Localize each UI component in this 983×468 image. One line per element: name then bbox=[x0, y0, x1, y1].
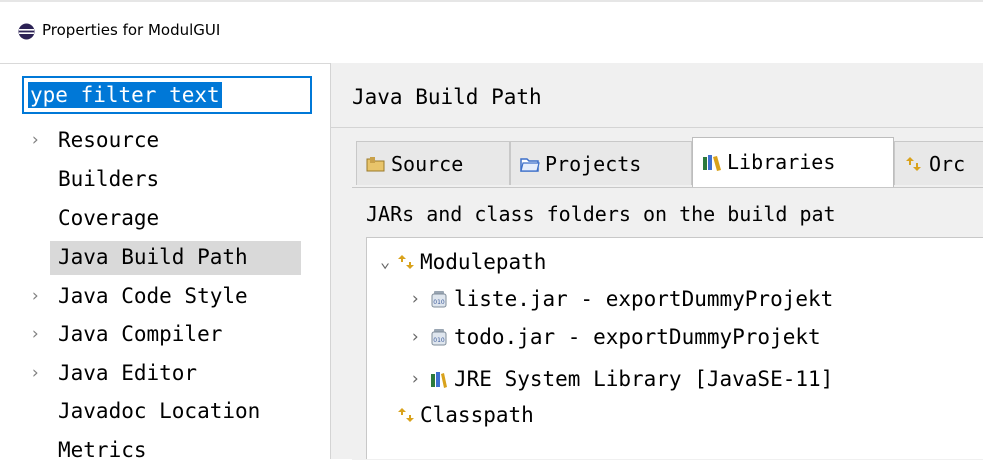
chevron-right-icon[interactable]: › bbox=[410, 281, 424, 317]
tree-item-label: Java Code Style bbox=[58, 284, 248, 308]
tab-libraries[interactable]: Libraries bbox=[692, 137, 894, 187]
tree-item-label: Java Editor bbox=[58, 361, 198, 385]
tree-item-label: Java Build Path bbox=[58, 245, 248, 269]
tree-item-label: Javadoc Location bbox=[58, 399, 261, 423]
chevron-right-icon[interactable]: › bbox=[410, 361, 424, 397]
library-icon bbox=[431, 372, 447, 388]
tab-label: Projects bbox=[545, 152, 642, 176]
tab-bar: Source Projects Libraries Orc bbox=[352, 137, 983, 187]
tree-item-label: Coverage bbox=[58, 206, 160, 230]
chevron-right-icon[interactable]: › bbox=[30, 122, 46, 158]
order-export-icon bbox=[906, 156, 921, 171]
chevron-right-icon[interactable]: › bbox=[30, 278, 46, 314]
jar-icon: 010 bbox=[431, 329, 447, 346]
tab-projects[interactable]: Projects bbox=[510, 141, 692, 185]
tab-label: Libraries bbox=[727, 150, 836, 174]
tree-item-label: Metrics bbox=[58, 438, 147, 462]
chevron-right-icon[interactable]: › bbox=[410, 319, 424, 355]
window-title: Properties for ModulGUI bbox=[42, 21, 221, 39]
chevron-down-icon[interactable]: ⌄ bbox=[380, 244, 394, 280]
jar-icon: 010 bbox=[431, 291, 447, 308]
tree-item-label: Builders bbox=[58, 167, 160, 191]
page-title: Java Build Path bbox=[352, 85, 542, 109]
node-label: todo.jar - exportDummyProjekt bbox=[454, 325, 821, 349]
filter-text-selected[interactable]: ype filter text bbox=[28, 82, 222, 108]
projects-folder-icon bbox=[520, 157, 540, 172]
title-bar: Properties for ModulGUI bbox=[0, 0, 983, 63]
tree-item-java-build-path[interactable]: Java Build Path bbox=[0, 239, 330, 275]
tab-order-export[interactable]: Orc bbox=[894, 141, 983, 185]
classpath-icon bbox=[398, 408, 414, 422]
window-edge bbox=[0, 0, 983, 2]
libraries-description: JARs and class folders on the build pat bbox=[366, 202, 836, 226]
eclipse-icon bbox=[18, 23, 35, 40]
modulepath-icon bbox=[398, 255, 414, 269]
svg-text:010: 010 bbox=[433, 337, 445, 344]
node-label: Classpath bbox=[420, 403, 534, 427]
libraries-icon bbox=[703, 154, 721, 171]
node-label: JRE System Library [JavaSE-11] bbox=[454, 367, 834, 391]
filter-input[interactable]: ype filter text bbox=[22, 76, 312, 114]
node-label: liste.jar - exportDummyProjekt bbox=[454, 287, 834, 311]
chevron-right-icon[interactable]: › bbox=[30, 355, 46, 391]
tree-item-label: Resource bbox=[58, 128, 160, 152]
chevron-right-icon[interactable]: › bbox=[30, 316, 46, 352]
source-folder-icon bbox=[366, 156, 385, 171]
tab-label: Source bbox=[391, 152, 464, 176]
node-label: Modulepath bbox=[420, 250, 547, 274]
tree-item-label: Java Compiler bbox=[58, 322, 223, 346]
tab-label: Orc bbox=[929, 152, 966, 176]
svg-text:010: 010 bbox=[433, 299, 445, 306]
tab-source[interactable]: Source bbox=[356, 141, 510, 185]
